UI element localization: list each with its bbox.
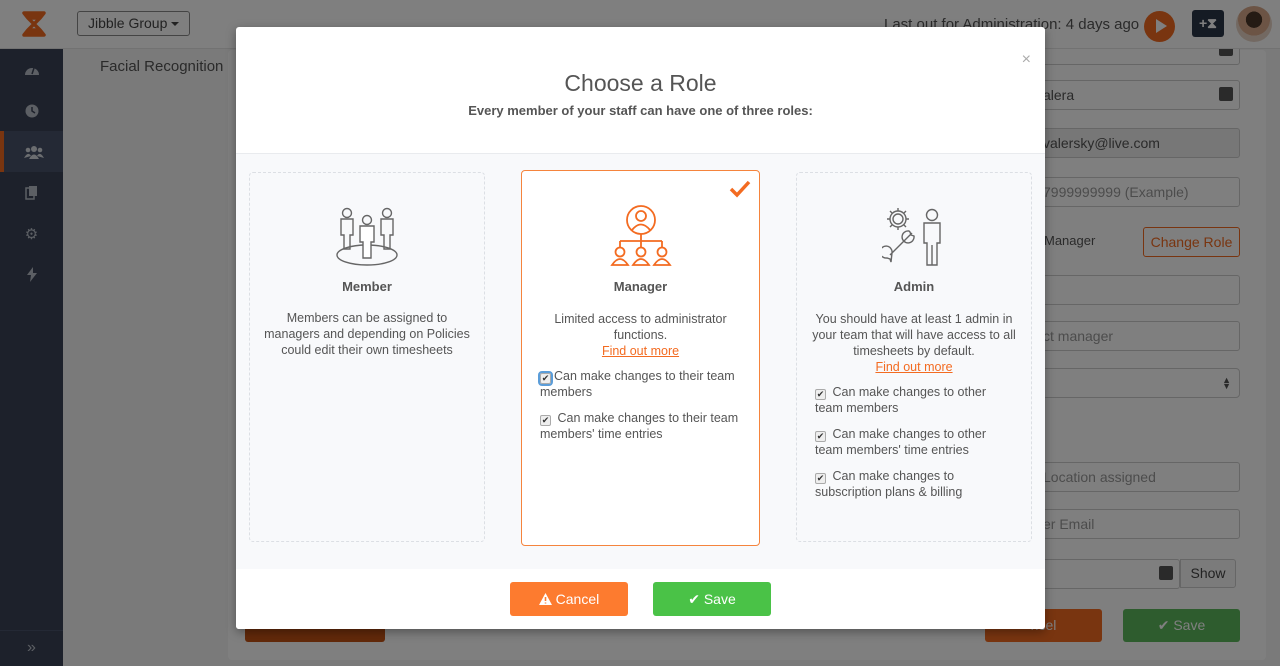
role-card-manager[interactable]: Manager Limited access to administrator …: [521, 170, 760, 546]
checkbox-checked-icon[interactable]: ✔: [815, 389, 826, 400]
role-name-member: Member: [342, 279, 392, 294]
permission-manager-time-entries[interactable]: ✔ Can make changes to their team members…: [540, 410, 741, 442]
role-description-manager: Limited access to administrator function…: [554, 312, 727, 342]
save-button[interactable]: ✔ Save: [653, 582, 771, 616]
admin-tools-icon: [882, 208, 941, 266]
cancel-button[interactable]: Cancel: [510, 582, 628, 616]
role-description-admin: You should have at least 1 admin in your…: [812, 312, 1016, 358]
choose-role-modal: × Choose a Role Every member of your sta…: [236, 27, 1045, 629]
checkbox-checked-icon[interactable]: ✔: [815, 431, 826, 442]
permission-manager-team-members[interactable]: ✔ Can make changes to their team members: [538, 368, 741, 400]
checkbox-checked-icon[interactable]: ✔: [538, 371, 553, 386]
role-options: Member Members can be assigned to manage…: [236, 153, 1045, 569]
find-out-more-link-admin[interactable]: Find out more: [797, 359, 1031, 375]
role-card-member[interactable]: Member Members can be assigned to manage…: [249, 172, 485, 542]
permission-admin-team-members[interactable]: ✔ Can make changes to other team members: [815, 384, 1013, 416]
checkbox-checked-icon[interactable]: ✔: [815, 473, 826, 484]
manager-hierarchy-icon: [609, 205, 672, 266]
role-name-admin: Admin: [893, 279, 935, 294]
modal-subtitle: Every member of your staff can have one …: [468, 103, 813, 118]
role-name-manager: Manager: [613, 279, 668, 294]
permission-admin-time-entries[interactable]: ✔ Can make changes to other team members…: [815, 426, 1013, 458]
warning-icon: [538, 593, 552, 605]
close-icon[interactable]: ×: [1022, 51, 1031, 69]
selected-check-icon: [729, 180, 751, 198]
permission-admin-billing[interactable]: ✔ Can make changes to subscription plans…: [815, 468, 1013, 500]
modal-footer: [236, 569, 1045, 629]
modal-title: Choose a Role: [564, 70, 717, 96]
check-icon: ✔: [688, 591, 700, 607]
checkbox-checked-icon[interactable]: ✔: [540, 415, 551, 426]
role-card-admin[interactable]: Admin You should have at least 1 admin i…: [796, 172, 1032, 542]
role-description-member: Members can be assigned to managers and …: [264, 311, 470, 357]
find-out-more-link-manager[interactable]: Find out more: [522, 343, 759, 359]
member-group-icon: [336, 207, 398, 266]
